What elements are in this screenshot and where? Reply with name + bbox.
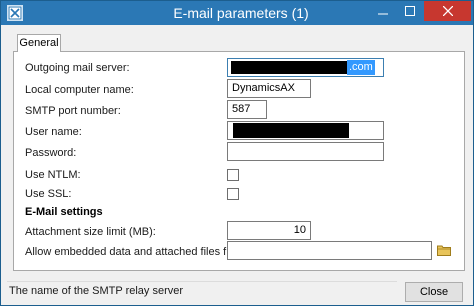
tab-general[interactable]: General (17, 34, 61, 52)
minimize-button[interactable] (369, 1, 396, 21)
local-computer-name-input[interactable]: DynamicsAX (227, 79, 311, 98)
use-ssl-checkbox[interactable] (227, 188, 239, 200)
smtp-port-number-label: SMTP port number: (25, 105, 121, 117)
maximize-button[interactable] (396, 1, 423, 21)
close-button[interactable]: Close (405, 282, 463, 302)
window-close-button[interactable] (424, 1, 471, 21)
redacted-text (233, 123, 349, 138)
outgoing-mail-server-input[interactable]: .com (227, 58, 384, 77)
outgoing-mail-server-label: Outgoing mail server: (25, 62, 130, 74)
allow-embedded-input[interactable] (227, 241, 432, 260)
status-help-text: The name of the SMTP relay server (7, 281, 397, 300)
use-ssl-label: Use SSL: (25, 188, 72, 200)
attachment-size-limit-input[interactable]: 10 (227, 221, 311, 240)
password-input[interactable] (227, 142, 384, 161)
close-icon (442, 5, 453, 17)
smtp-port-number-input[interactable]: 587 (227, 100, 267, 119)
password-label: Password: (25, 147, 77, 159)
user-name-input[interactable] (227, 121, 384, 140)
email-parameters-window: E-mail parameters (1) General Outgoing m… (0, 0, 474, 306)
user-name-label: User name: (25, 126, 82, 138)
redacted-text (231, 61, 347, 74)
use-ntlm-label: Use NTLM: (25, 169, 81, 181)
use-ntlm-checkbox[interactable] (227, 169, 239, 181)
folder-icon[interactable] (437, 244, 451, 256)
window-title: E-mail parameters (1) (173, 5, 309, 21)
outgoing-mail-server-value: .com (347, 60, 375, 75)
dynamics-ax-icon[interactable] (7, 5, 23, 21)
title-bar[interactable]: E-mail parameters (1) (1, 1, 473, 25)
attachment-size-limit-label: Attachment size limit (MB): (25, 226, 156, 238)
allow-embedded-label: Allow embedded data and attached files f… (25, 246, 249, 258)
local-computer-name-label: Local computer name: (25, 84, 134, 96)
email-settings-heading: E-Mail settings (25, 206, 103, 218)
